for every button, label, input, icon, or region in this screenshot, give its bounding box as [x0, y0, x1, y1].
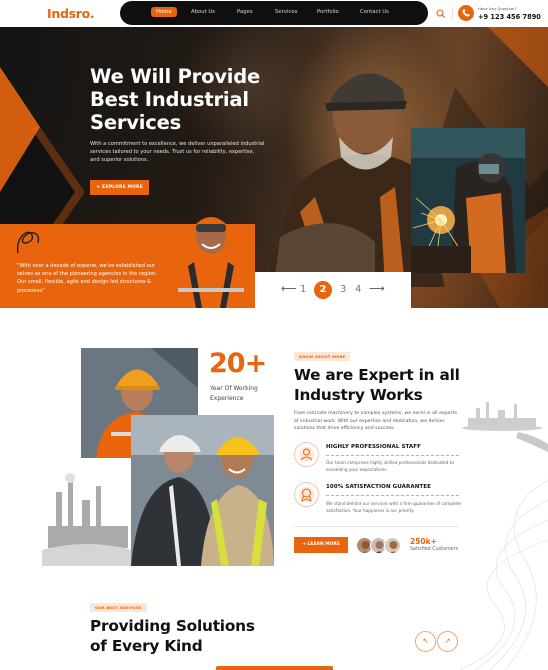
site-header: Indsro. Home About Us Pages Services Por… — [0, 0, 548, 27]
nav-contact-us[interactable]: Contact Us — [360, 9, 389, 15]
arrow-left-icon[interactable]: ⟵ — [281, 282, 297, 295]
logo-text: Indsro — [47, 6, 90, 21]
arrow-right-icon: ➔ — [302, 542, 306, 547]
page: Indsro. Home About Us Pages Services Por… — [0, 0, 548, 670]
logo-dot: . — [89, 6, 95, 21]
quote-text: "With over a decade of experie, we've es… — [17, 263, 157, 294]
customers-label: Satisfied Customers — [410, 547, 459, 552]
header-divider — [452, 7, 453, 20]
feature-staff-title: HIGHLY PROFESSIONAL STAFF — [326, 444, 422, 450]
services-title: Providing Solutions of Every Kind — [90, 617, 255, 655]
welding-photo — [411, 128, 525, 273]
hero-section: We Will Provide Best Industrial Services… — [0, 27, 548, 308]
feature-divider — [326, 495, 459, 496]
about-divider — [294, 526, 459, 527]
smiling-worker-image — [166, 200, 256, 308]
learn-more-label: LEARN MORE — [307, 542, 340, 547]
avatar — [384, 537, 401, 554]
page-2-current[interactable]: 2 — [314, 281, 332, 299]
feature-divider — [326, 455, 459, 456]
arrow-up-left-icon[interactable]: ↖ — [415, 631, 436, 652]
explore-more-label: EXPLORE MORE — [102, 185, 143, 190]
experience-stat-caption: Year Of Working Experience — [210, 385, 258, 402]
feature-guarantee-description: We stand behind our services with a firm… — [326, 501, 461, 513]
customers-count: 250k+ — [410, 537, 437, 546]
nav-about-us[interactable]: About Us — [191, 9, 215, 15]
help-label: Have Any Question? — [478, 6, 517, 11]
page-4[interactable]: 4 — [355, 284, 361, 295]
experience-stat-number: 20+ — [209, 348, 267, 379]
feature-guarantee-title: 100% SATISFACTION GUARANTEE — [326, 484, 431, 490]
hero-title: We Will Provide Best Industrial Services — [90, 65, 261, 134]
about-description: From intricate machinery to complex syst… — [294, 411, 458, 432]
decorative-contour-lines — [459, 479, 548, 670]
nav-home[interactable]: Home — [151, 7, 177, 17]
hand-tray-graphic — [462, 402, 548, 452]
hero-description: With a commitment to excellence, we deli… — [90, 141, 265, 164]
team-photo — [131, 415, 274, 566]
factory-image — [42, 470, 132, 566]
nav-pages[interactable]: Pages — [237, 9, 253, 15]
phone-icon[interactable] — [458, 5, 474, 21]
arrow-right-icon: ➔ — [96, 185, 101, 190]
about-title: We are Expert in all Industry Works — [294, 366, 460, 404]
staff-icon — [294, 442, 319, 467]
explore-more-button[interactable]: ➔ EXPLORE MORE — [90, 180, 149, 195]
search-icon[interactable] — [435, 8, 447, 20]
logo[interactable]: Indsro. — [47, 6, 95, 21]
nav-portfolio[interactable]: Portfolio — [317, 9, 339, 15]
main-nav: Home About Us Pages Services Portfolio C… — [120, 1, 428, 25]
hero-pagination: ⟵ 1 2 3 4 ⟶ — [255, 272, 411, 308]
page-1[interactable]: 1 — [300, 284, 306, 295]
next-section-bar — [216, 666, 333, 670]
guarantee-icon — [294, 482, 319, 507]
arrow-right-icon[interactable]: ⟶ — [369, 282, 385, 295]
swirl-icon — [16, 231, 40, 254]
phone-number[interactable]: +9 123 456 7890 — [478, 13, 541, 21]
services-tag: OUR BEST SERVICES — [90, 603, 147, 612]
feature-staff-description: Our team comprises highly skilled profes… — [326, 460, 454, 472]
learn-more-button[interactable]: ➔ LEARN MORE — [294, 537, 348, 553]
page-3[interactable]: 3 — [340, 284, 346, 295]
nav-services[interactable]: Services — [275, 9, 297, 15]
know-about-tag: KNOW ABOUT MORE — [294, 352, 351, 361]
arrow-up-right-icon[interactable]: ↗ — [437, 631, 458, 652]
